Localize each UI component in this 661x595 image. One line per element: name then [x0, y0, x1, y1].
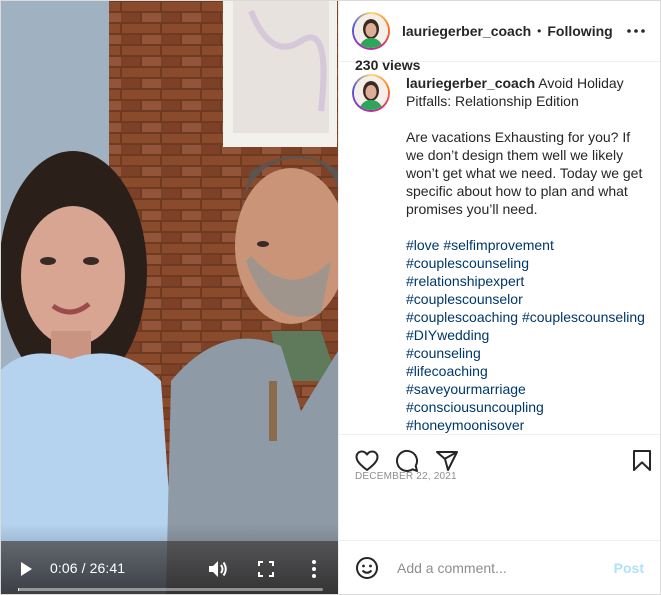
hashtag-line: #consciousuncoupling — [406, 398, 648, 416]
volume-icon[interactable] — [208, 560, 228, 578]
header-username[interactable]: lauriegerber_coach — [402, 23, 531, 39]
hashtag-line: #saveyourmarriage — [406, 380, 648, 398]
views-count[interactable]: 230 views — [355, 57, 420, 73]
post-header: lauriegerber_coach • Following — [339, 1, 660, 62]
post-side-panel: lauriegerber_coach • Following laurieger… — [338, 1, 660, 594]
caption-body: lauriegerber_coach Avoid Holiday Pitfall… — [406, 74, 648, 434]
add-comment-bar: Post — [339, 540, 660, 594]
hashtag-link[interactable]: #couplescounseling — [522, 309, 645, 325]
comment-icon[interactable] — [395, 449, 419, 473]
video-frame — [1, 1, 338, 594]
hashtag-line: #DIYwedding — [406, 326, 648, 344]
hashtag-link[interactable]: #couplescoaching — [406, 309, 518, 325]
avatar[interactable] — [352, 12, 390, 50]
video-progress-bar[interactable] — [18, 588, 323, 591]
bookmark-icon[interactable] — [630, 449, 654, 473]
more-options-icon[interactable] — [626, 21, 646, 41]
instagram-post: 0:06 / 26:41 lauriegerber_coach • Follow… — [0, 0, 661, 595]
video-player[interactable]: 0:06 / 26:41 — [1, 1, 338, 594]
hashtag-link[interactable]: #lifecoaching — [406, 363, 488, 379]
video-controls: 0:06 / 26:41 — [1, 524, 338, 594]
hashtag-link[interactable]: #saveyourmarriage — [406, 381, 526, 397]
share-icon[interactable] — [435, 449, 459, 473]
hashtag-link[interactable]: #couplescounseling — [406, 255, 529, 271]
hashtag-link[interactable]: #love — [406, 237, 439, 253]
comment-input[interactable] — [395, 558, 614, 577]
video-time: 0:06 / 26:41 — [50, 560, 126, 576]
emoji-icon[interactable] — [355, 556, 379, 580]
post-date: DECEMBER 22, 2021 — [355, 471, 457, 482]
caption: lauriegerber_coach Avoid Holiday Pitfall… — [352, 74, 648, 434]
hashtag-line: #couplescoaching #couplescounseling — [406, 308, 648, 326]
hashtag-line: #counseling — [406, 344, 648, 362]
profile-photo-icon — [354, 76, 388, 110]
hashtag-link[interactable]: #relationshipexpert — [406, 273, 524, 289]
caption-paragraph: Are vacations Exhausting for you? If we … — [406, 129, 647, 217]
hashtag-link[interactable]: #counseling — [406, 345, 481, 361]
hashtag-link[interactable]: #selfimprovement — [443, 237, 554, 253]
hashtag-link[interactable]: #DIYwedding — [406, 327, 489, 343]
hashtag-line: #lifecoaching — [406, 362, 648, 380]
hashtag-link[interactable]: #consciousuncoupling — [406, 399, 544, 415]
hashtag-link[interactable]: #honeymoonisover — [406, 417, 524, 433]
post-button[interactable]: Post — [614, 560, 644, 576]
hashtag-line: #couplescounseling — [406, 254, 648, 272]
hashtag-line: #honeymoonisover — [406, 416, 648, 434]
play-icon[interactable] — [18, 561, 34, 577]
hashtag-line: #couplescounselor — [406, 290, 648, 308]
separator-dot: • — [537, 24, 542, 38]
heart-icon[interactable] — [355, 449, 379, 473]
caption-username[interactable]: lauriegerber_coach — [406, 75, 535, 91]
profile-photo-icon — [354, 14, 388, 48]
hashtag-line: #love #selfimprovement — [406, 236, 648, 254]
hashtag-line: #relationshipexpert — [406, 272, 648, 290]
following-button[interactable]: Following — [547, 23, 612, 39]
video-progress-fill — [18, 588, 20, 591]
caption-scroll-area[interactable]: lauriegerber_coach Avoid Holiday Pitfall… — [339, 62, 660, 435]
fullscreen-icon[interactable] — [258, 561, 274, 577]
more-vertical-icon[interactable] — [304, 559, 324, 579]
hashtag-list: #love #selfimprovement #couplescounseling… — [406, 236, 648, 434]
hashtag-link[interactable]: #couplescounselor — [406, 291, 523, 307]
caption-avatar[interactable] — [352, 74, 390, 112]
